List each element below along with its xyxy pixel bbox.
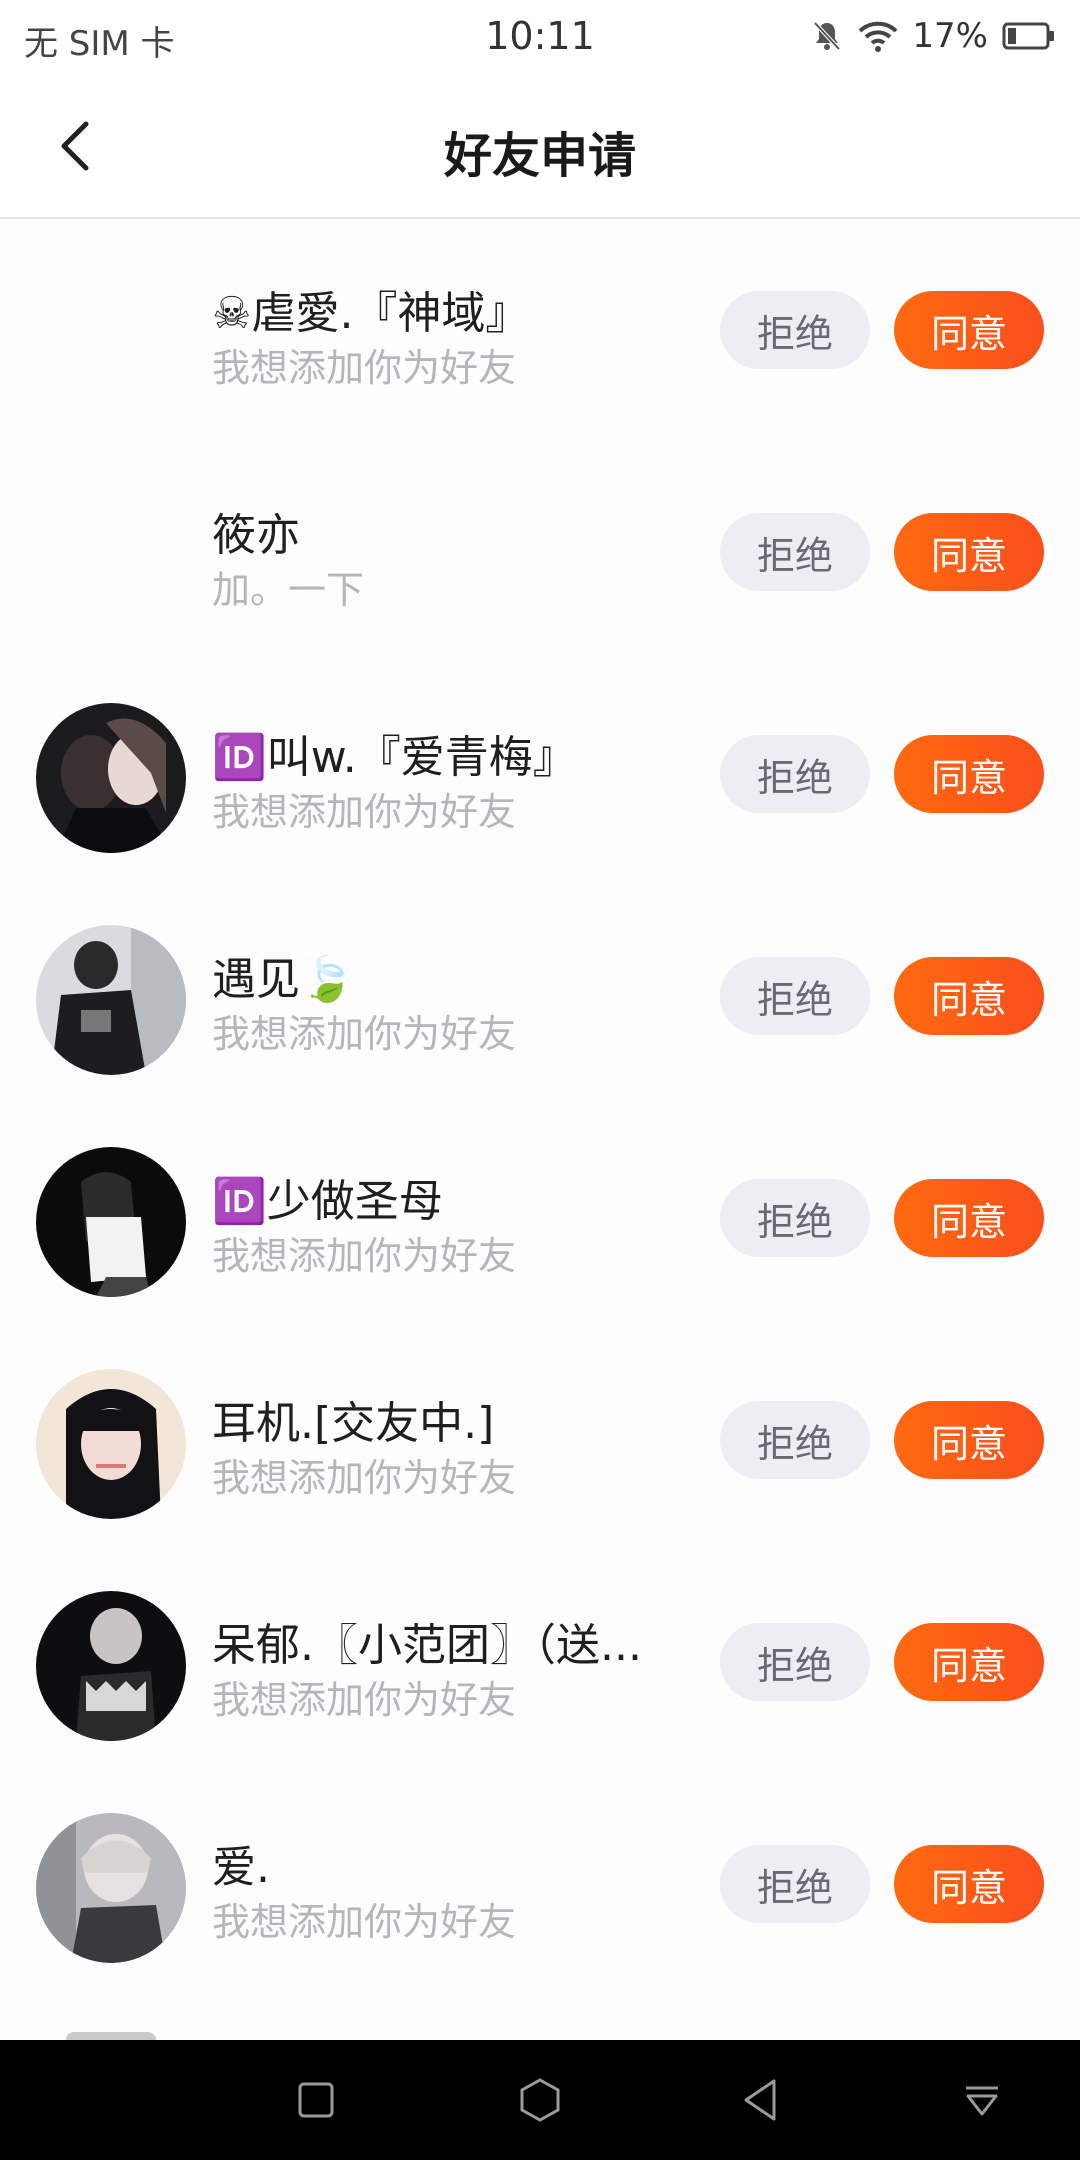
request-message: 我想添加你为好友 — [212, 790, 517, 834]
accept-button[interactable]: 同意 — [894, 957, 1044, 1035]
notification-pulldown-button[interactable] — [950, 2068, 1014, 2132]
list-item: 遇见🍃 我想添加你为好友 拒绝 同意 — [0, 885, 1080, 1107]
reject-button[interactable]: 拒绝 — [720, 291, 870, 369]
hexagon-home-icon — [520, 2078, 560, 2122]
avatar[interactable] — [36, 925, 186, 1075]
list-item: ☠虐愛.『神域』 我想添加你为好友 拒绝 同意 — [0, 219, 1080, 441]
accept-button[interactable]: 同意 — [894, 1845, 1044, 1923]
avatar[interactable] — [36, 1147, 186, 1297]
friend-request-list: ☠虐愛.『神域』 我想添加你为好友 拒绝 同意 筱亦 加。一下 拒绝 同意 🆔叫… — [0, 219, 1080, 1995]
requester-name: 🆔叫w.『爱青梅』 — [212, 732, 577, 783]
battery-text: 17% — [912, 16, 988, 56]
requester-name: 遇见🍃 — [212, 954, 355, 1005]
reject-button[interactable]: 拒绝 — [720, 1401, 870, 1479]
battery-icon — [1002, 21, 1056, 51]
next-avatar-peek — [66, 2032, 156, 2040]
request-message: 加。一下 — [212, 568, 365, 612]
reject-button[interactable]: 拒绝 — [720, 1179, 870, 1257]
list-item: 爱. 我想添加你为好友 拒绝 同意 — [0, 1773, 1080, 1995]
list-item: 🆔少做圣母 我想添加你为好友 拒绝 同意 — [0, 1107, 1080, 1329]
accept-button[interactable]: 同意 — [894, 735, 1044, 813]
reject-button[interactable]: 拒绝 — [720, 957, 870, 1035]
request-message: 我想添加你为好友 — [212, 1900, 517, 1944]
page-title: 好友申请 — [443, 128, 636, 184]
avatar[interactable] — [36, 1591, 186, 1741]
avatar[interactable] — [36, 259, 186, 409]
triangle-back-icon — [744, 2079, 776, 2121]
reject-button[interactable]: 拒绝 — [720, 1623, 870, 1701]
home-button[interactable] — [508, 2068, 572, 2132]
status-icons: 17% — [810, 16, 1056, 56]
requester-name: 呆郁.〖小范团〗（送... — [212, 1620, 642, 1671]
accept-button[interactable]: 同意 — [894, 513, 1044, 591]
requester-name: ☠虐愛.『神域』 — [212, 288, 530, 339]
wifi-icon — [858, 19, 898, 53]
avatar[interactable] — [36, 1813, 186, 1963]
recent-apps-button[interactable] — [284, 2068, 348, 2132]
request-message: 我想添加你为好友 — [212, 1456, 517, 1500]
accept-button[interactable]: 同意 — [894, 1623, 1044, 1701]
square-icon — [298, 2082, 334, 2118]
avatar[interactable] — [36, 1369, 186, 1519]
request-message: 我想添加你为好友 — [212, 346, 517, 390]
reject-button[interactable]: 拒绝 — [720, 513, 870, 591]
dropdown-icon — [966, 2086, 998, 2116]
requester-name: 筱亦 — [212, 510, 300, 561]
list-item: 🆔叫w.『爱青梅』 我想添加你为好友 拒绝 同意 — [0, 663, 1080, 885]
system-nav-bar — [0, 2040, 1080, 2160]
list-item: 呆郁.〖小范团〗（送... 我想添加你为好友 拒绝 同意 — [0, 1551, 1080, 1773]
status-bar: 无 SIM 卡 10:11 17% — [0, 0, 1080, 76]
avatar[interactable] — [36, 703, 186, 853]
reject-button[interactable]: 拒绝 — [720, 1845, 870, 1923]
requester-name: 耳机.[交友中.] — [212, 1398, 495, 1449]
accept-button[interactable]: 同意 — [894, 1179, 1044, 1257]
accept-button[interactable]: 同意 — [894, 1401, 1044, 1479]
header: 好友申请 — [0, 76, 1080, 219]
list-item: 耳机.[交友中.] 我想添加你为好友 拒绝 同意 — [0, 1329, 1080, 1551]
request-message: 我想添加你为好友 — [212, 1012, 517, 1056]
reject-button[interactable]: 拒绝 — [720, 735, 870, 813]
bell-muted-icon — [810, 19, 844, 53]
request-message: 我想添加你为好友 — [212, 1678, 517, 1722]
requester-name: 爱. — [212, 1842, 270, 1893]
request-message: 我想添加你为好友 — [212, 1234, 517, 1278]
requester-name: 🆔少做圣母 — [212, 1176, 443, 1227]
list-item: 筱亦 加。一下 拒绝 同意 — [0, 441, 1080, 663]
avatar[interactable] — [36, 481, 186, 631]
accept-button[interactable]: 同意 — [894, 291, 1044, 369]
back-nav-button[interactable] — [728, 2068, 792, 2132]
